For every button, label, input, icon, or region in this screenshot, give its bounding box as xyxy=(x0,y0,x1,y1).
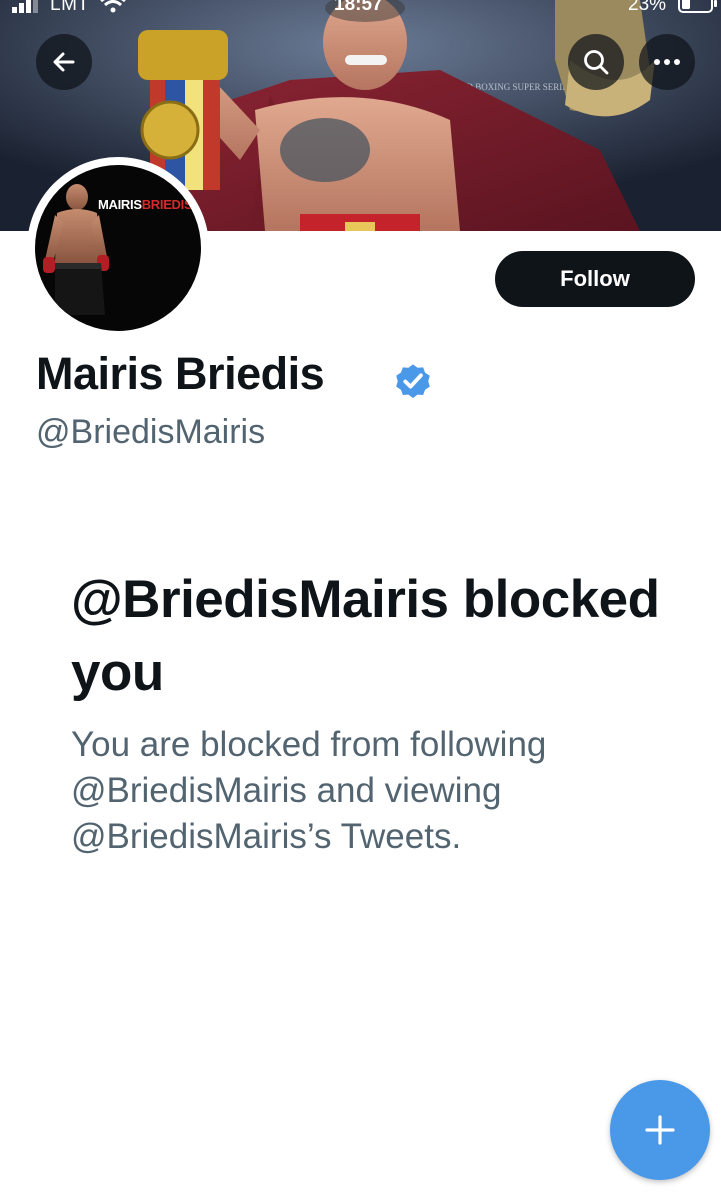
profile-page: WORLD BOXING SUPER SERIES LMT 18:57 23% … xyxy=(0,0,721,1200)
avatar-logo-last: BRIEDIS xyxy=(141,197,193,212)
blocked-title: @BriedisMairis blocked you xyxy=(71,570,660,702)
status-bar: LMT 18:57 23% xyxy=(0,0,721,22)
avatar-logo-text: MAIRISBRIEDIS xyxy=(98,197,193,212)
avatar-boxer-figure xyxy=(43,184,109,315)
profile-avatar[interactable]: MAIRISBRIEDIS xyxy=(27,157,209,339)
profile-display-name: Mairis Briedis xyxy=(36,348,325,399)
plus-icon xyxy=(645,1115,675,1145)
more-icon xyxy=(654,59,680,65)
back-button[interactable] xyxy=(36,34,92,90)
cellular-signal-icon xyxy=(12,0,38,13)
carrier-name: LMT xyxy=(50,0,90,15)
more-options-button[interactable] xyxy=(639,34,695,90)
wifi-icon xyxy=(100,0,126,13)
search-icon xyxy=(584,50,609,75)
battery-percentage: 23% xyxy=(628,0,667,15)
follow-button[interactable]: Follow xyxy=(495,251,695,307)
avatar-image: MAIRISBRIEDIS xyxy=(35,165,201,331)
compose-tweet-button[interactable] xyxy=(610,1080,710,1180)
verified-badge-icon[interactable] xyxy=(392,360,434,402)
avatar-logo-first: MAIRIS xyxy=(98,197,142,212)
status-time: 18:57 xyxy=(334,0,383,15)
blocked-description: You are blocked from following @BriedisM… xyxy=(71,725,547,856)
profile-handle: @BriedisMairis xyxy=(36,413,266,451)
battery-icon xyxy=(678,0,717,13)
back-arrow-icon xyxy=(53,52,75,72)
search-button[interactable] xyxy=(568,34,624,90)
